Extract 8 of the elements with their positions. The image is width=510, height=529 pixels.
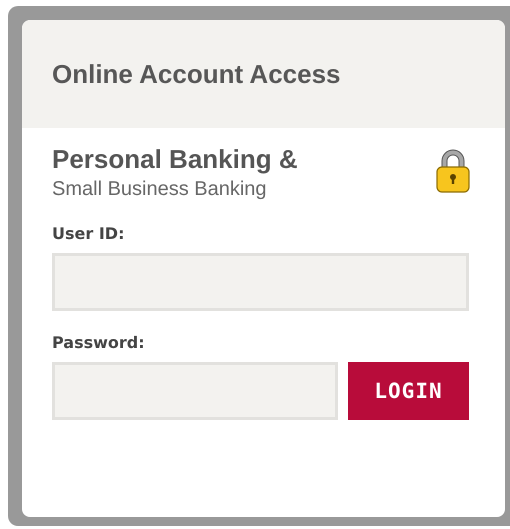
- section-title: Personal Banking &: [52, 143, 298, 176]
- panel-title: Online Account Access: [52, 58, 340, 90]
- login-button[interactable]: LOGIN: [348, 362, 469, 420]
- field-label: Password:: [52, 333, 146, 352]
- user-id-field[interactable]: [52, 253, 469, 311]
- field-label: User ID:: [52, 224, 126, 243]
- password-field[interactable]: [52, 362, 338, 420]
- section-subtitle: Small Business Banking: [52, 177, 268, 202]
